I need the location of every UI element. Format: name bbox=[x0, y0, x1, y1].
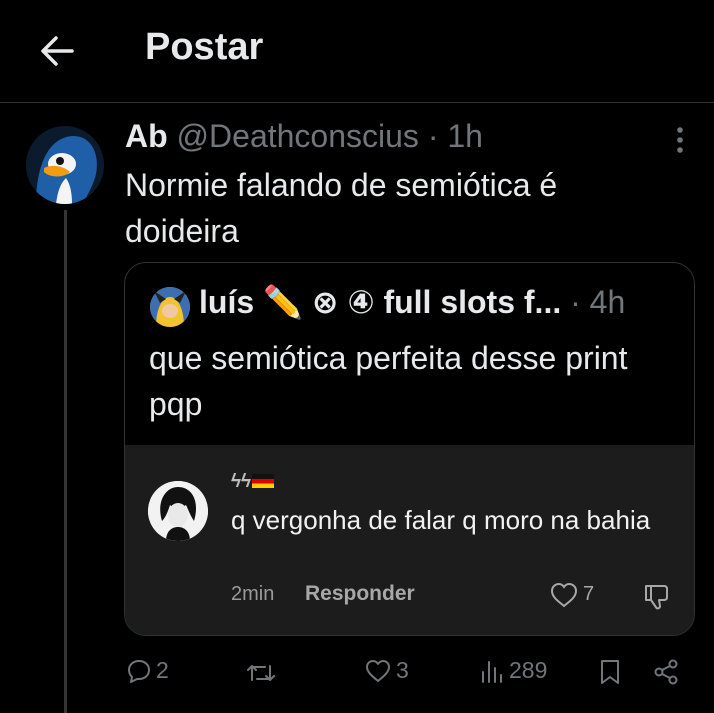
heart-icon bbox=[550, 582, 578, 608]
reply-count: 2 bbox=[156, 657, 169, 683]
anime-avatar bbox=[148, 481, 208, 541]
share-icon[interactable] bbox=[652, 658, 680, 686]
author-handle[interactable]: @Deathconscius bbox=[177, 118, 419, 154]
reply-button[interactable]: 2 bbox=[126, 657, 169, 684]
post-header: Ab @Deathconscius · 1h bbox=[125, 118, 483, 155]
thumbs-down-icon bbox=[645, 585, 668, 610]
post-text: Normie falando de semiótica é doideira bbox=[125, 167, 558, 249]
arrow-left-icon[interactable] bbox=[38, 32, 76, 70]
like-button[interactable]: 3 bbox=[364, 657, 409, 684]
penguin-avatar bbox=[26, 126, 104, 204]
quoted-author-name[interactable]: luís ✏️ ⊗ ④ full slots f... bbox=[199, 284, 561, 320]
separator: · bbox=[427, 118, 439, 154]
more-vertical-icon[interactable] bbox=[668, 124, 692, 156]
heart-icon bbox=[365, 659, 391, 682]
comment-avatar bbox=[148, 481, 208, 541]
thread-line bbox=[64, 210, 67, 713]
repost-icon bbox=[247, 665, 275, 681]
comment-icon bbox=[128, 659, 150, 683]
post-time[interactable]: 1h bbox=[447, 118, 483, 154]
comment-like-count: 7 bbox=[583, 583, 595, 605]
avatar[interactable] bbox=[26, 126, 104, 204]
quoted-header: luís ✏️ ⊗ ④ full slots f... · 4h bbox=[199, 283, 625, 321]
quoted-time[interactable]: 4h bbox=[590, 284, 626, 320]
repost-button[interactable] bbox=[245, 660, 281, 686]
comment-username: ϟϟ bbox=[231, 471, 275, 493]
separator: · bbox=[570, 284, 581, 320]
comment-text: q vergonha de falar q moro na bahia bbox=[231, 505, 651, 535]
action-bar: 2 3 289 bbox=[0, 655, 714, 695]
german-flag-icon bbox=[252, 474, 275, 488]
wolverine-avatar bbox=[150, 287, 190, 327]
like-count: 3 bbox=[396, 657, 409, 683]
quoted-image[interactable]: ϟϟ q vergonha de falar q moro na bahia 2… bbox=[125, 445, 694, 635]
comment-username-text: ϟϟ bbox=[231, 471, 252, 492]
comment-reply-label: Responder bbox=[305, 582, 415, 605]
comment-time: 2min bbox=[231, 583, 275, 605]
views-icon bbox=[482, 660, 502, 683]
views-button[interactable]: 289 bbox=[479, 657, 547, 684]
author-name[interactable]: Ab bbox=[125, 118, 168, 154]
bookmark-icon[interactable] bbox=[598, 658, 622, 686]
top-bar: Postar bbox=[0, 0, 714, 103]
page-title: Postar bbox=[145, 26, 264, 68]
views-count: 289 bbox=[509, 657, 548, 683]
quoted-avatar[interactable] bbox=[150, 287, 190, 327]
quoted-post[interactable]: luís ✏️ ⊗ ④ full slots f... · 4h que sem… bbox=[124, 262, 695, 636]
quoted-text: que semiótica perfeita desse print pqp bbox=[149, 340, 628, 422]
